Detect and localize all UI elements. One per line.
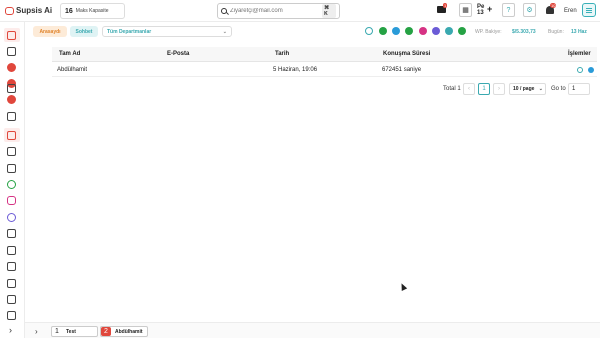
column-header-duration[interactable]: Konuşma Süresi [383, 51, 430, 57]
cell-duration: 672451 saniye [382, 67, 422, 73]
info-icon[interactable] [588, 67, 594, 73]
user-name[interactable]: Eren [564, 8, 577, 14]
mail-badge: 1 [443, 3, 448, 8]
menu-button[interactable] [582, 3, 596, 17]
whatsapp-channel-icon[interactable] [405, 27, 413, 35]
chevron-down-icon: ⌄ [222, 28, 227, 35]
mouse-cursor-icon [398, 282, 408, 291]
menu-line [586, 7, 592, 9]
prev-page-button[interactable]: ‹ [463, 83, 475, 95]
sidebar-item-contacts-icon[interactable] [7, 262, 16, 271]
help-icon[interactable]: ? [502, 3, 515, 17]
all-channels-icon[interactable] [365, 27, 373, 35]
wp-balance-value: $/5.303,73 [512, 29, 536, 35]
department-value: Tüm Departmanlar [107, 28, 152, 35]
view-icon[interactable] [577, 67, 583, 73]
wifi-icon[interactable] [379, 27, 387, 35]
sidebar: › [0, 22, 25, 338]
add-icon[interactable]: + [487, 4, 492, 14]
cell-date: 5 Haziran, 19:06 [273, 67, 318, 73]
contacts-icon[interactable]: ▦ [459, 3, 472, 17]
brand-name: Supsis Ai [16, 6, 53, 15]
tab-active-calls[interactable]: Arasaydı [33, 26, 67, 37]
page-button-current[interactable]: 1 [478, 83, 490, 95]
search-icon [221, 8, 227, 14]
brand-logo[interactable]: Supsis Ai [5, 6, 52, 15]
messenger-channel-icon[interactable] [432, 27, 440, 35]
sidebar-expand-icon[interactable]: › [9, 325, 12, 335]
bottom-bar-toggle-icon[interactable]: › [35, 327, 38, 336]
table-row[interactable]: Abdülhamit 5 Haziran, 19:06 672451 saniy… [52, 63, 597, 77]
sidebar-item-queue-icon[interactable] [7, 95, 16, 104]
sidebar-item-reports-icon[interactable] [7, 246, 16, 255]
bottom-tab-label: Abdülhamit [115, 328, 143, 335]
column-header-name[interactable]: Tam Ad [59, 51, 80, 57]
search-box[interactable]: ⌘ K [217, 3, 340, 19]
sidebar-item-history2-icon[interactable] [7, 311, 16, 320]
search-shortcut: ⌘ K [322, 4, 337, 18]
table-header: Tam Ad E-Posta Tarih Konuşma Süresi İşle… [52, 47, 597, 62]
sidebar-item-calendar-icon[interactable] [7, 229, 16, 238]
sidebar-item-automation-icon[interactable] [7, 295, 16, 304]
instagram-channel-icon[interactable] [419, 27, 427, 35]
today-value: 13 Haz [571, 29, 587, 35]
telegram-icon[interactable] [392, 27, 400, 35]
chat-channel-icon[interactable] [445, 27, 453, 35]
page-size-value: 10 / page [513, 86, 535, 92]
chevron-down-icon: ⌄ [538, 86, 543, 92]
pagination-total: Total 1 [443, 86, 461, 92]
sidebar-item-calls-icon[interactable] [7, 31, 16, 40]
gear-icon[interactable]: ⚙ [523, 3, 536, 17]
bottom-tab-bar: › 1 Test 2 Abdülhamit [25, 322, 600, 338]
menu-line [586, 11, 592, 13]
goto-label: Go to [551, 86, 566, 92]
pe-counter[interactable]: Pe 13 [477, 4, 484, 16]
sidebar-item-history-icon[interactable] [7, 112, 16, 121]
next-page-button[interactable]: › [493, 83, 505, 95]
max-capacity-widget[interactable]: 16 Maks Kapasite [60, 3, 125, 19]
whatsapp-icon[interactable] [7, 180, 16, 189]
goto-page-input[interactable]: 1 [568, 83, 590, 95]
sidebar-item-storage-icon[interactable] [7, 147, 16, 156]
bottom-tab-test[interactable]: 1 Test [51, 326, 98, 337]
messenger-icon[interactable] [7, 213, 16, 222]
sidebar-item-edit-icon[interactable] [7, 279, 16, 288]
top-bar: Supsis Ai 16 Maks Kapasite ⌘ K 1 ▦ Pe 13… [0, 0, 600, 22]
instagram-icon[interactable] [7, 196, 16, 205]
sidebar-item-archive-icon[interactable] [7, 131, 16, 140]
sidebar-item-mail-icon[interactable] [7, 84, 16, 93]
filter-bar: Arasaydı Sohbet Tüm Departmanlar ⌄ WP. B… [30, 25, 596, 39]
capacity-label: Maks Kapasite [75, 8, 109, 14]
column-header-actions: İşlemler [568, 51, 591, 57]
department-select[interactable]: Tüm Departmanlar ⌄ [102, 26, 232, 37]
cell-name: Abdülhamit [57, 67, 88, 73]
column-header-email[interactable]: E-Posta [167, 51, 189, 57]
today-label: Bugün: [548, 29, 564, 35]
sidebar-item-live-icon[interactable] [7, 63, 16, 72]
capacity-count: 16 [65, 7, 73, 15]
sidebar-item-inbox-icon[interactable] [7, 47, 16, 56]
page-size-select[interactable]: 10 / page ⌄ [509, 83, 546, 95]
pe-count: 13 [477, 10, 484, 16]
bottom-tab-number: 2 [101, 327, 111, 336]
wp-balance-label: WP. Bakiye: [475, 29, 502, 35]
notification-badge: 10 [550, 3, 557, 8]
tab-chat[interactable]: Sohbet [70, 26, 98, 37]
logo-icon [5, 6, 14, 15]
phone-channel-icon[interactable] [458, 27, 466, 35]
bottom-tab-number: 1 [55, 328, 59, 335]
sidebar-item-tickets-icon[interactable] [7, 164, 16, 173]
column-header-date[interactable]: Tarih [275, 51, 289, 57]
menu-line [586, 9, 592, 11]
search-input[interactable] [229, 8, 320, 14]
bottom-tab-label: Test [66, 328, 76, 335]
bottom-tab-abdulhamit[interactable]: 2 Abdülhamit [100, 326, 148, 337]
